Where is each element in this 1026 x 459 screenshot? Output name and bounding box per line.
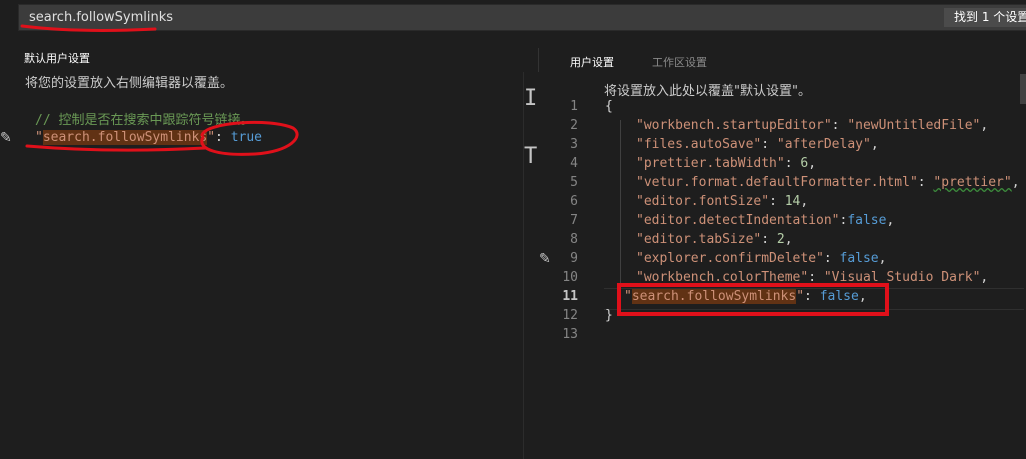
underline-annotation [25, 144, 207, 152]
circle-annotation [200, 120, 299, 156]
box-annotation [617, 283, 889, 316]
underline-annotation [20, 24, 157, 32]
red-annotation-marks [20, 24, 889, 316]
